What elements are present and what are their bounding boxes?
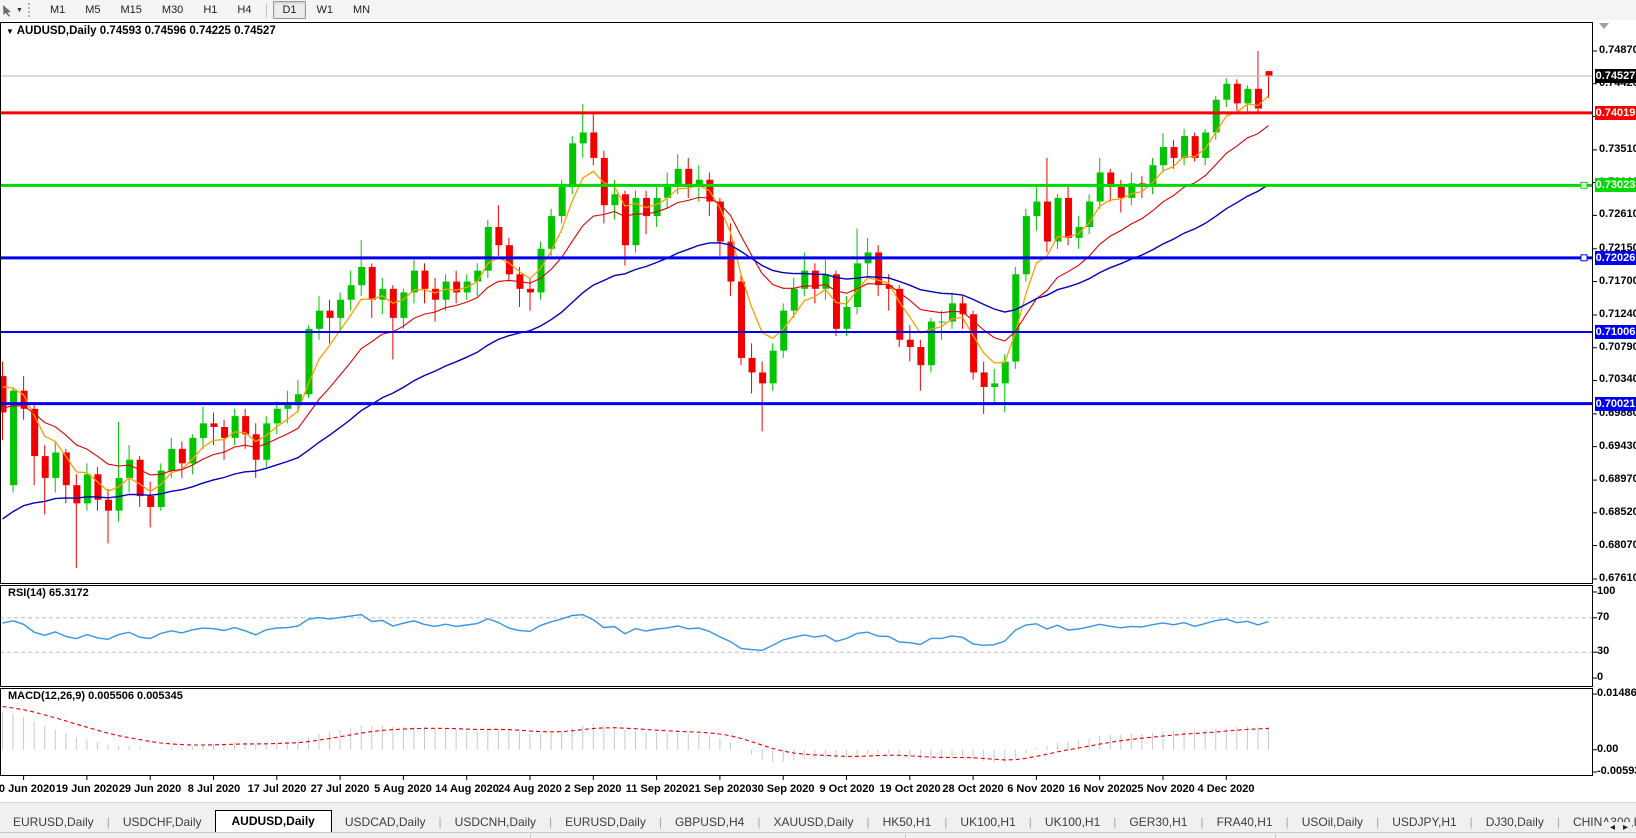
mt4-window: ▼ M1M5M15M30H1H4 D1W1MN ▼ AUDUSD,Daily 0.…: [0, 0, 1636, 838]
timeframe-button-m15[interactable]: M15: [112, 1, 151, 19]
timeframe-button-h1[interactable]: H1: [194, 1, 226, 19]
tab-ger30-h1[interactable]: GER30,H1: [1116, 812, 1200, 833]
tab-usdcnh-daily[interactable]: USDCNH,Daily: [442, 812, 549, 833]
tab-fra40-h1[interactable]: FRA40,H1: [1204, 812, 1286, 833]
timeframe-button-w1[interactable]: W1: [308, 1, 343, 19]
tab-usdcad-daily[interactable]: USDCAD,Daily: [332, 812, 439, 833]
tab-eurusd-daily[interactable]: EURUSD,Daily: [552, 812, 659, 833]
tab-dj30-daily[interactable]: DJ30,Daily: [1473, 812, 1557, 833]
timeframe-button-d1[interactable]: D1: [273, 1, 305, 19]
tab-eurusd-daily[interactable]: EURUSD,Daily: [0, 812, 107, 833]
tab-audusd-daily[interactable]: AUDUSD,Daily: [215, 810, 332, 833]
timeframe-toolbar: ▼ M1M5M15M30H1H4 D1W1MN: [0, 0, 1636, 21]
tab-hk50-h1[interactable]: HK50,H1: [870, 812, 945, 833]
tab-uk100-h1[interactable]: UK100,H1: [947, 812, 1028, 833]
cursor-tool-icon[interactable]: [2, 4, 14, 17]
tab-gbpusd-h4[interactable]: GBPUSD,H4: [662, 812, 757, 833]
status-strip: [0, 832, 1636, 838]
tab-usdchf-daily[interactable]: USDCHF,Daily: [110, 812, 215, 833]
tab-uk100-h1[interactable]: UK100,H1: [1032, 812, 1113, 833]
chart-region: ▼ AUDUSD,Daily 0.74593 0.74596 0.74225 0…: [0, 20, 1636, 802]
tab-usoil-daily[interactable]: USOil,Daily: [1289, 812, 1376, 833]
timeframe-button-mn[interactable]: MN: [344, 1, 379, 19]
dropdown-caret-icon[interactable]: ▼: [16, 7, 23, 14]
toolbar-grip: [28, 3, 34, 17]
price-chart-canvas[interactable]: [0, 20, 1636, 802]
timeframe-button-m1[interactable]: M1: [41, 1, 74, 19]
timeframe-button-m5[interactable]: M5: [76, 1, 109, 19]
tab-usdjpy-h1[interactable]: USDJPY,H1: [1379, 812, 1469, 833]
timeframe-button-m30[interactable]: M30: [153, 1, 192, 19]
chart-tabbar: EURUSD,Daily|USDCHF,DailyAUDUSD,DailyUSD…: [0, 802, 1636, 833]
tab-xauusd-daily[interactable]: XAUUSD,Daily: [760, 812, 866, 833]
timeframe-button-h4[interactable]: H4: [228, 1, 260, 19]
